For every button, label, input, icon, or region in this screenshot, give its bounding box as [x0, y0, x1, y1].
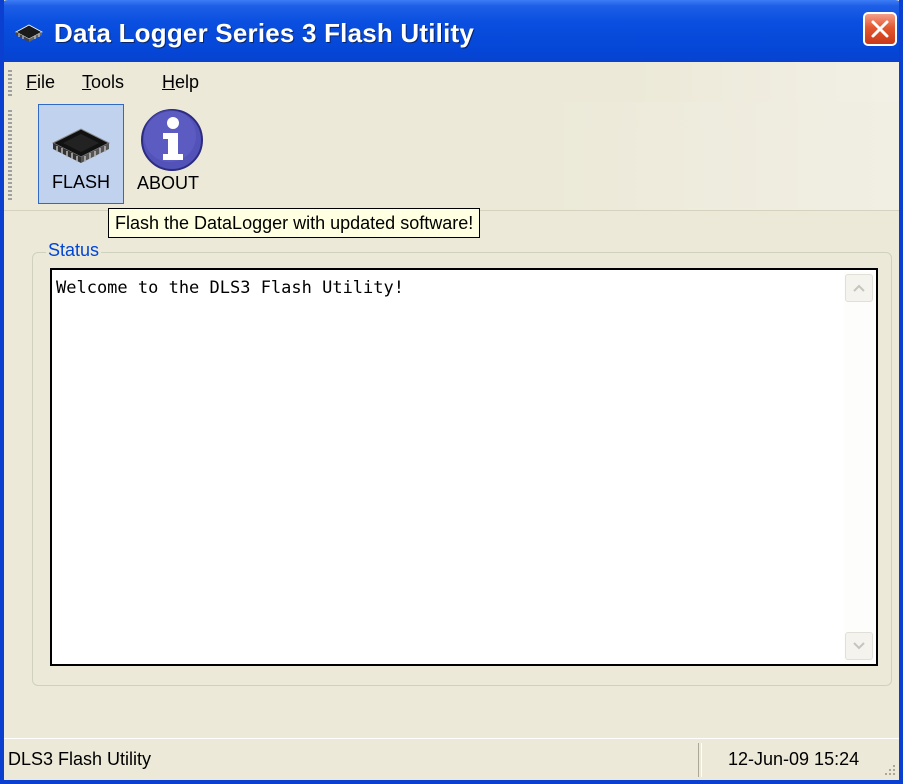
about-button-label: ABOUT [136, 173, 199, 193]
flash-button[interactable]: FLASH [38, 104, 124, 204]
status-bar-text: DLS3 Flash Utility [8, 749, 152, 769]
chip-icon [51, 128, 111, 163]
tooltip: Flash the DataLogger with updated softwa… [108, 208, 481, 238]
menu-help[interactable]: Help [162, 72, 199, 93]
resize-grip-icon[interactable] [881, 761, 897, 777]
status-bar-divider [698, 743, 702, 777]
status-group-label: Status [46, 240, 102, 261]
scroll-up-button[interactable] [845, 274, 873, 302]
chevron-up-icon [853, 284, 865, 292]
menu-file-rest: ile [37, 72, 56, 92]
about-button[interactable]: ABOUT [128, 104, 208, 204]
close-button[interactable] [863, 12, 897, 46]
scroll-down-button[interactable] [845, 632, 873, 660]
info-icon [141, 109, 203, 171]
vertical-scrollbar[interactable] [844, 272, 874, 662]
toolbar-grip[interactable] [8, 110, 12, 200]
menu-help-mnemonic: H [162, 72, 175, 92]
status-bar: DLS3 Flash Utility 12-Jun-09 15:24 [4, 738, 899, 780]
status-bar-datetime: 12-Jun-09 15:24 [728, 749, 860, 769]
menu-tools-mnemonic: T [82, 72, 91, 92]
menu-bar: File Tools Help [4, 62, 899, 102]
status-log-text: Welcome to the DLS3 Flash Utility! [56, 278, 404, 298]
status-log-textarea[interactable]: Welcome to the DLS3 Flash Utility! [50, 268, 878, 666]
app-window: Data Logger Series 3 Flash Utility File … [0, 0, 903, 784]
menu-tools-rest: ools [91, 72, 125, 92]
close-icon [871, 20, 889, 38]
menu-file-mnemonic: F [26, 72, 37, 92]
menu-file[interactable]: File [26, 72, 55, 93]
toolbar: FLASH ABOUT [4, 102, 899, 211]
menubar-grip[interactable] [8, 70, 12, 96]
menu-tools[interactable]: Tools [82, 72, 124, 93]
menu-help-rest: elp [175, 72, 200, 92]
window-title: Data Logger Series 3 Flash Utility [54, 18, 475, 48]
flash-button-label: FLASH [51, 172, 111, 192]
chip-icon [15, 24, 43, 42]
chevron-down-icon [853, 642, 865, 650]
